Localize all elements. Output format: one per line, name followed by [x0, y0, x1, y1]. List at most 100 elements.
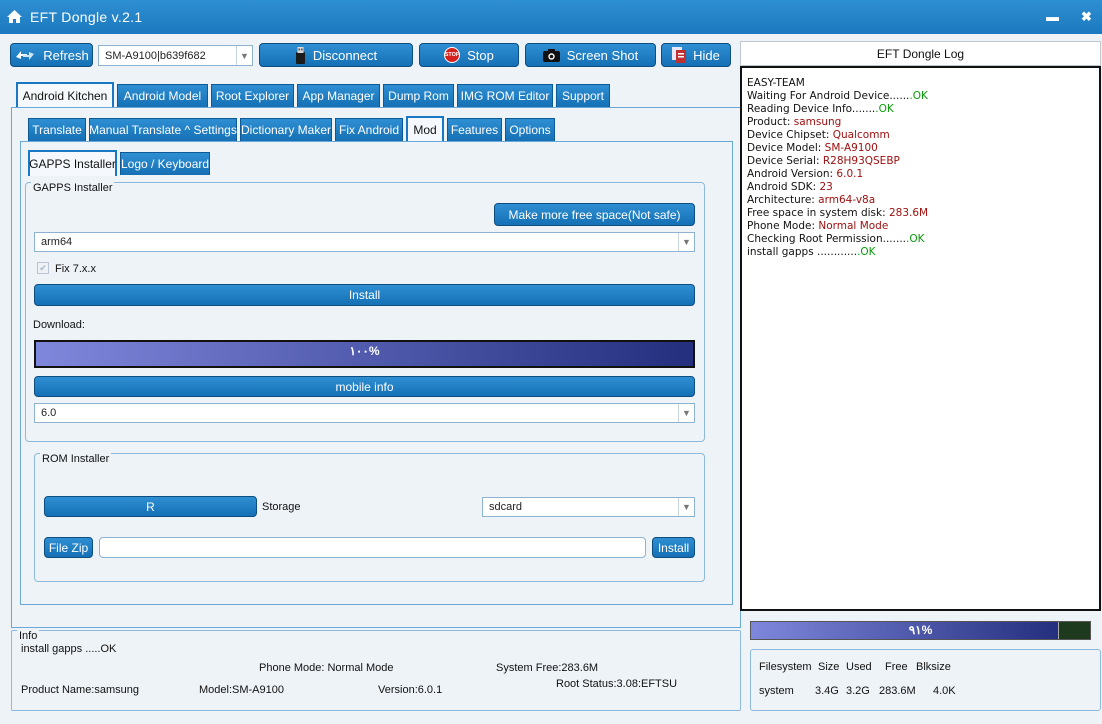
log-line: install gapps .............OK [747, 246, 1094, 259]
log-line-label: EASY-TEAM [747, 77, 805, 89]
mobile-info-button[interactable]: mobile info [34, 376, 695, 397]
tab-dictionary-maker[interactable]: Dictionary Maker [240, 118, 332, 141]
tab-gapps-installer[interactable]: GAPPS Installer [28, 150, 117, 176]
info-model: Model:SM-A9100 [199, 684, 284, 696]
log-line-label: Architecture: [747, 194, 819, 206]
window-title: EFT Dongle v.2.1 [30, 9, 143, 25]
log-line: Free space in system disk: 283.6M [747, 207, 1094, 220]
chevron-down-icon: ▼ [678, 233, 694, 251]
log-line: Android SDK: 23 [747, 181, 1094, 194]
stop-button[interactable]: STOP Stop [419, 43, 519, 67]
tab-translate[interactable]: Translate [28, 118, 86, 141]
info-version: Version:6.0.1 [378, 684, 443, 696]
log-line-value: .OK [909, 90, 928, 102]
log-line-value: Qualcomm [832, 129, 890, 141]
disk-usage-progress-text: ۹۱% [908, 623, 933, 637]
fs-cell-blksize: 4.0K [933, 685, 956, 697]
tab-logo-keyboard[interactable]: Logo / Keyboard [120, 152, 210, 175]
fs-cell-filesystem: system [759, 685, 794, 697]
log-line: Phone Mode: Normal Mode [747, 220, 1094, 233]
log-line: Device Serial: R28H93QSEBP [747, 155, 1094, 168]
fix-7xx-checkbox[interactable]: ✔ [37, 262, 49, 274]
fs-header-blksize: Blksize [916, 661, 951, 673]
fs-cell-size: 3.4G [815, 685, 839, 697]
filesystem-table [750, 649, 1101, 711]
chevron-down-icon: ▼ [678, 404, 694, 422]
version-select[interactable]: 6.0 ▼ [34, 403, 695, 423]
tab-support[interactable]: Support [556, 84, 610, 107]
rom-installer-group [34, 453, 705, 582]
fs-cell-used: 3.2G [846, 685, 870, 697]
tab-fix-android[interactable]: Fix Android [335, 118, 403, 141]
tab-android-kitchen[interactable]: Android Kitchen [16, 82, 114, 108]
chevron-down-icon: ▼ [236, 46, 252, 65]
disconnect-label: Disconnect [312, 47, 378, 63]
log-line-label: Checking Root Permission....... [747, 233, 906, 245]
download-progress-bar: ۱۰۰% [34, 340, 695, 368]
log-line-value: .OK [906, 233, 925, 245]
disk-usage-progress-bar: ۹۱% [750, 621, 1091, 640]
minimize-icon[interactable]: ▬ [1046, 9, 1059, 24]
log-line: Waiting For Android Device.......OK [747, 90, 1094, 103]
log-line-label: Device Chipset: [747, 129, 833, 141]
make-free-space-button[interactable]: Make more free space(Not safe) [494, 203, 695, 226]
info-title: Info [17, 630, 40, 642]
download-label: Download: [33, 319, 85, 331]
gapps-install-button[interactable]: Install [34, 284, 695, 306]
log-line-label: Device Model: [747, 142, 825, 154]
tab-options[interactable]: Options [505, 118, 555, 141]
tab-android-model[interactable]: Android Model [117, 84, 208, 107]
rom-path-input[interactable] [99, 537, 646, 558]
fs-header-size: Size [818, 661, 840, 673]
home-icon [7, 10, 22, 23]
log-line: Product: samsung [747, 116, 1094, 129]
fix-7xx-label: Fix 7.x.x [55, 263, 96, 275]
title-bar: EFT Dongle v.2.1 ▬ ✖ [0, 0, 1102, 34]
hide-button[interactable]: Hide [661, 43, 731, 67]
fs-header-filesystem: Filesystem [759, 661, 812, 673]
file-zip-button[interactable]: File Zip [44, 537, 93, 558]
tab-img-rom-editor[interactable]: IMG ROM Editor [457, 84, 553, 107]
log-line-label: Free space in system disk: [747, 207, 889, 219]
tab-root-explorer[interactable]: Root Explorer [211, 84, 294, 107]
disconnect-button[interactable]: Disconnect [259, 43, 413, 67]
log-line-value: SM-A9100 [824, 142, 878, 154]
log-textbox[interactable]: EASY-TEAM Waiting For Android Device.....… [740, 66, 1101, 611]
log-line-value: 283.6M [888, 207, 929, 219]
rom-r-button[interactable]: R [44, 496, 257, 517]
log-line-label: Android Version: [747, 168, 837, 180]
log-line: Reading Device Info........OK [747, 103, 1094, 116]
tab-features[interactable]: Features [447, 118, 502, 141]
fs-header-used: Used [846, 661, 872, 673]
info-root-status: Root Status:3.08:EFTSU [556, 678, 678, 690]
log-line-label: Waiting For Android Device...... [747, 90, 910, 102]
log-line-value: arm64-v8a [818, 194, 876, 206]
log-line-label: Device Serial: [747, 155, 823, 167]
screenshot-button[interactable]: Screen Shot [525, 43, 656, 67]
rom-install-button[interactable]: Install [652, 537, 695, 558]
info-phone-mode: Phone Mode: Normal Mode [259, 662, 394, 674]
storage-label: Storage [262, 501, 301, 513]
tab-manual-translate-settings[interactable]: Manual Translate ^ Settings [89, 118, 237, 141]
download-progress-text: ۱۰۰% [349, 344, 380, 358]
arch-select[interactable]: arm64 ▼ [34, 232, 695, 252]
log-line-value: .OK [875, 103, 894, 115]
tab-mod[interactable]: Mod [406, 116, 444, 142]
storage-select[interactable]: sdcard ▼ [482, 497, 695, 517]
tab-app-manager[interactable]: App Manager [297, 84, 380, 107]
log-line-value: samsung [793, 116, 842, 128]
gapps-group-label: GAPPS Installer [31, 182, 115, 194]
log-line-label: Product: [747, 116, 794, 128]
log-line-value: .OK [857, 246, 876, 258]
tab-dump-rom[interactable]: Dump Rom [383, 84, 454, 107]
log-line: EASY-TEAM [747, 77, 1094, 90]
log-line: Device Model: SM-A9100 [747, 142, 1094, 155]
refresh-button[interactable]: Refresh [10, 43, 93, 67]
device-select[interactable]: SM-A9100|b639f682 ▼ [98, 45, 253, 66]
stop-label: Stop [467, 47, 494, 63]
log-line: Architecture: arm64-v8a [747, 194, 1094, 207]
storage-select-value: sdcard [489, 501, 523, 513]
hide-label: Hide [693, 47, 720, 63]
log-line-label: Reading Device Info....... [747, 103, 876, 115]
close-icon[interactable]: ✖ [1081, 9, 1092, 25]
